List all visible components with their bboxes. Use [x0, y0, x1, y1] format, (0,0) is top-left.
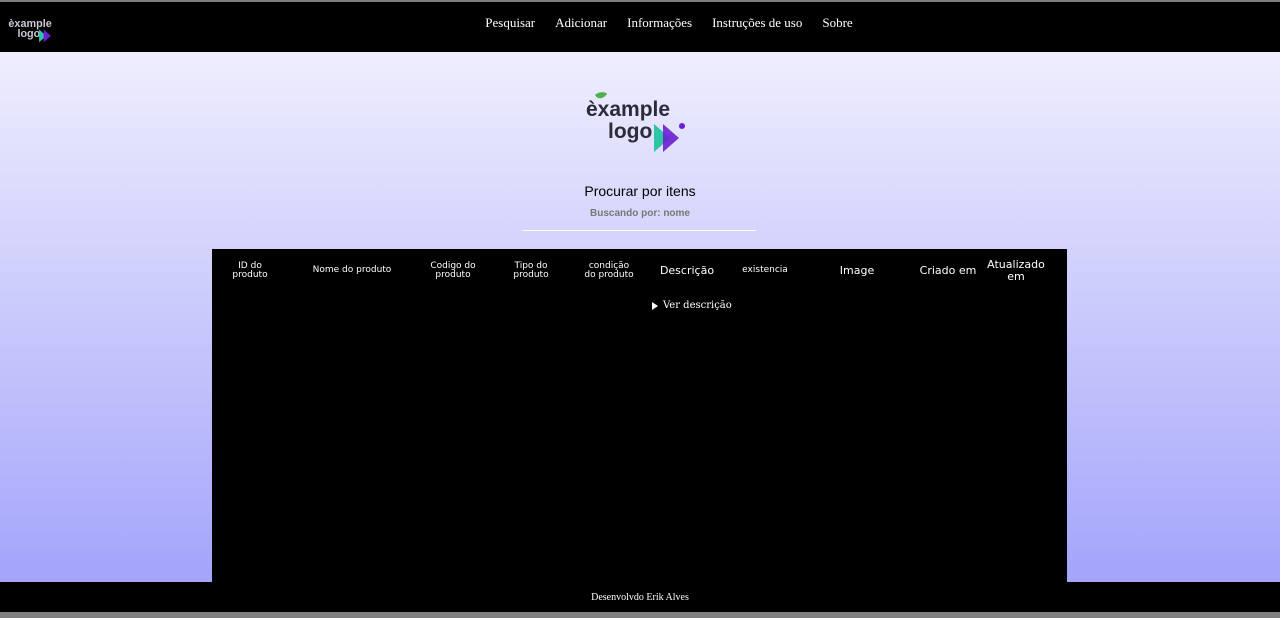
column-header-nome: Nome do produto — [312, 265, 392, 276]
nav-link-sobre[interactable]: Sobre — [822, 15, 852, 31]
hero-logo-word-2: logo — [608, 120, 652, 143]
hero-logo: èxample logo — [586, 92, 685, 152]
ver-descricao-label: Ver descrição — [663, 300, 732, 311]
disclosure-triangle-icon — [652, 301, 658, 310]
nav-link-pesquisar[interactable]: Pesquisar — [485, 15, 535, 31]
column-header-image: Image — [839, 264, 875, 278]
footer: Desenvolvdo Erik Alves — [0, 582, 1280, 612]
column-header-existencia: existencia — [742, 265, 788, 276]
column-header-condicao: condição do produto — [584, 260, 634, 280]
column-header-criado: Criado em — [919, 264, 977, 278]
column-header-descricao: Descrição — [659, 264, 715, 278]
hero-logo-word-1: èxample — [586, 98, 670, 121]
nav-link-instrucoes[interactable]: Instruções de uso — [712, 15, 802, 31]
search-input[interactable] — [522, 220, 756, 231]
column-header-codigo: Codigo do produto — [430, 260, 476, 280]
column-header-id: ID do produto — [232, 260, 268, 280]
nav-link-informacoes[interactable]: Informações — [627, 15, 692, 31]
top-navbar: èxample logo Pesquisar Adicionar Informa… — [0, 2, 1280, 52]
search-mode-status: Buscando por: nome — [589, 208, 690, 219]
nav-link-adicionar[interactable]: Adicionar — [555, 15, 607, 31]
footer-credit: Desenvolvdo Erik Alves — [591, 591, 689, 603]
main-nav: Pesquisar Adicionar Informações Instruçõ… — [0, 2, 1280, 44]
ver-descricao-toggle[interactable]: Ver descrição — [652, 300, 732, 311]
app-frame: èxample logo Pesquisar Adicionar Informa… — [0, 2, 1280, 612]
column-header-atualizado: Atualizado em — [987, 258, 1045, 283]
page-title: Procurar por itens — [584, 183, 696, 199]
column-header-tipo: Tipo do produto — [513, 260, 549, 280]
products-table: ID do produto Nome do produto Codigo do … — [212, 249, 1067, 582]
